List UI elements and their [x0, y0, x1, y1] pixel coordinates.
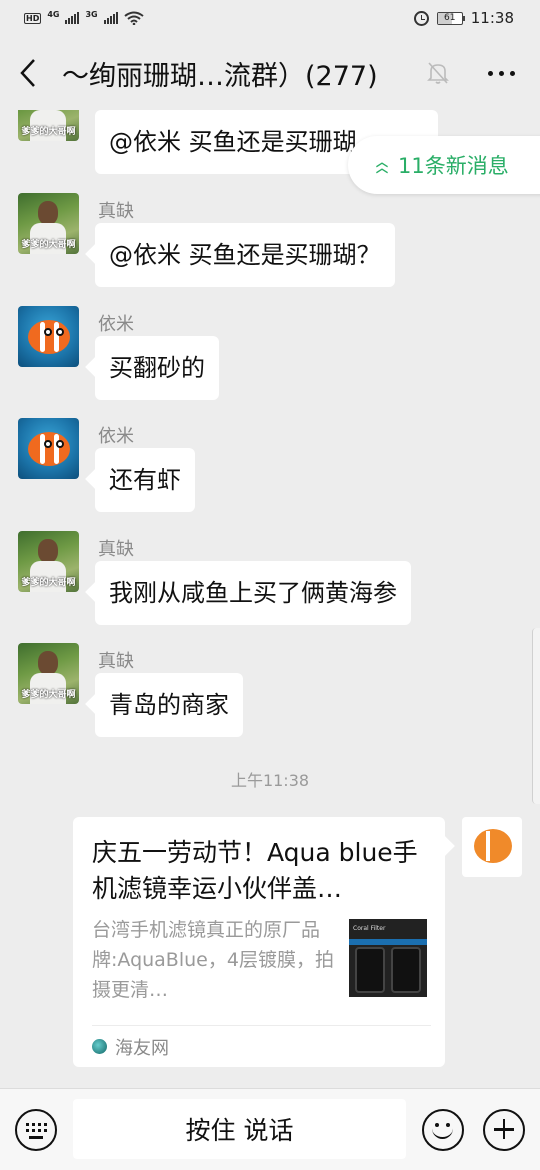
- message-bubble[interactable]: 青岛的商家: [95, 673, 243, 737]
- card-source-name: 海友网: [115, 1037, 169, 1059]
- sender-name: 真缺: [98, 201, 134, 222]
- new-messages-button[interactable]: ︿ ︿ 11条新消息: [348, 136, 540, 194]
- my-avatar[interactable]: [462, 817, 522, 877]
- source-logo-icon: [92, 1039, 107, 1054]
- battery-icon: 61: [436, 11, 465, 25]
- status-time: 11:38: [470, 9, 514, 27]
- emoji-button[interactable]: [422, 1109, 464, 1151]
- mute-bell-icon: [427, 62, 449, 84]
- avatar[interactable]: [18, 418, 79, 479]
- avatar[interactable]: 爹爹的大哥啊: [18, 193, 79, 254]
- back-button[interactable]: [0, 36, 56, 110]
- status-bar: HD 4G 3G 61 11:38: [0, 0, 540, 36]
- wifi-icon: [124, 11, 144, 25]
- plus-button[interactable]: [483, 1109, 525, 1151]
- double-chevron-up-icon: ︿ ︿: [376, 155, 389, 175]
- network-type-2: 3G: [85, 10, 98, 19]
- signal-icon: [103, 12, 118, 24]
- sender-name: 依米: [98, 314, 134, 335]
- avatar[interactable]: [18, 306, 79, 367]
- back-icon: [20, 59, 35, 87]
- thumbnail-label: Coral Filter: [353, 925, 386, 932]
- link-card[interactable]: 庆五一劳动节！Aqua blue手机滤镜幸运小伙伴盖… 台湾手机滤镜真正的原厂品…: [73, 817, 445, 1067]
- card-thumbnail: Coral Filter: [349, 919, 427, 997]
- chat-header: ～绚丽珊瑚…流群）(277): [0, 36, 540, 110]
- message-bubble[interactable]: @依米 买鱼还是买珊瑚？: [95, 223, 395, 287]
- avatar[interactable]: 爹爹的大哥啊: [18, 643, 79, 704]
- mute-indicator: [418, 53, 458, 93]
- avatar[interactable]: 爹爹的大哥啊: [18, 531, 79, 592]
- hd-icon: HD: [24, 12, 42, 24]
- input-bar: 按住 说话: [0, 1088, 540, 1170]
- alarm-icon: [413, 10, 429, 26]
- card-title: 庆五一劳动节！Aqua blue手机滤镜幸运小伙伴盖…: [92, 838, 418, 903]
- message-bubble[interactable]: 我刚从咸鱼上买了俩黄海参: [95, 561, 411, 625]
- new-messages-label: 11条新消息: [398, 154, 509, 178]
- card-source: 海友网: [92, 1025, 431, 1067]
- message-bubble[interactable]: 还有虾: [95, 448, 195, 512]
- network-type-1: 4G: [47, 10, 60, 19]
- message-bubble[interactable]: 买翻砂的: [95, 336, 219, 400]
- keyboard-button[interactable]: [15, 1109, 57, 1151]
- time-divider: 上午11:38: [230, 771, 310, 790]
- more-icon: [487, 70, 493, 76]
- battery-level: 61: [444, 12, 456, 23]
- more-button[interactable]: [476, 53, 526, 93]
- sender-name: 依米: [98, 426, 134, 447]
- sender-name: 真缺: [98, 651, 134, 672]
- sender-name: 真缺: [98, 539, 134, 560]
- hold-to-talk-button[interactable]: 按住 说话: [73, 1099, 406, 1159]
- scrollbar[interactable]: [532, 628, 540, 804]
- signal-icon: [65, 12, 80, 24]
- card-description: 台湾手机滤镜真正的原厂品牌:AquaBlue，4层镀膜，拍摄更清…: [92, 919, 334, 1001]
- chat-title: ～绚丽珊瑚…流群）(277): [62, 60, 378, 92]
- avatar[interactable]: 爹爹的大哥啊: [18, 110, 79, 141]
